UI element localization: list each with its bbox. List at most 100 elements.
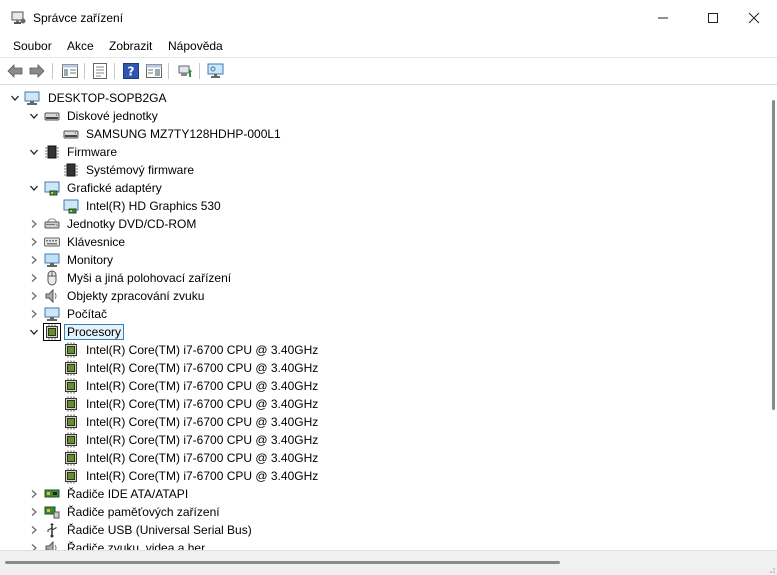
tree-device[interactable]: Intel(R) Core(TM) i7-6700 CPU @ 3.40GHz xyxy=(5,377,765,395)
chevron-right-icon[interactable] xyxy=(28,308,40,320)
tree-device[interactable]: Intel(R) Core(TM) i7-6700 CPU @ 3.40GHz xyxy=(5,467,765,485)
tree-item-label: Řadiče USB (Universal Serial Bus) xyxy=(67,523,252,537)
menu-bar: Soubor Akce Zobrazit Nápověda xyxy=(0,36,777,56)
tree-category[interactable]: Myši a jiná polohovací zařízení xyxy=(5,269,765,287)
tree-device[interactable]: SAMSUNG MZ7TY128HDHP-000L1 xyxy=(5,125,765,143)
chevron-right-icon[interactable] xyxy=(28,290,40,302)
chevron-right-icon[interactable] xyxy=(28,506,40,518)
tree-item-label: Firmware xyxy=(67,145,117,159)
forward-button[interactable] xyxy=(28,62,46,80)
horizontal-scrollbar[interactable] xyxy=(0,550,777,575)
tree-item-label: Grafické adaptéry xyxy=(67,181,162,195)
tree-category[interactable]: Řadiče USB (Universal Serial Bus) xyxy=(5,521,765,539)
help-button[interactable]: ? xyxy=(122,62,140,80)
device-tree[interactable]: DESKTOP-SOPB2GA Diskové jednotky SAMSUNG … xyxy=(5,88,768,550)
tree-item-label: Systémový firmware xyxy=(86,163,195,177)
tree-category[interactable]: Klávesnice xyxy=(5,233,765,251)
chevron-right-icon[interactable] xyxy=(28,236,40,248)
tree-device[interactable]: Intel(R) Core(TM) i7-6700 CPU @ 3.40GHz xyxy=(5,449,765,467)
tree-root-label: DESKTOP-SOPB2GA xyxy=(48,91,167,105)
menu-zobrazit[interactable]: Zobrazit xyxy=(109,39,152,53)
processor-icon xyxy=(65,342,77,358)
tree-device[interactable]: Intel(R) Core(TM) i7-6700 CPU @ 3.40GHz xyxy=(5,341,765,359)
update-driver-icon xyxy=(178,65,192,77)
processor-icon xyxy=(65,432,77,448)
properties-button[interactable] xyxy=(91,62,109,80)
tree-item-label: Řadiče IDE ATA/ATAPI xyxy=(67,487,189,501)
menu-soubor[interactable]: Soubor xyxy=(13,39,52,53)
monitor-icon xyxy=(44,253,60,267)
scan-hardware-changes-button[interactable] xyxy=(207,62,225,80)
horizontal-scrollbar-thumb[interactable] xyxy=(5,561,560,564)
action-pane-button[interactable] xyxy=(145,62,163,80)
tree-category[interactable]: Jednotky DVD/CD-ROM xyxy=(5,215,765,233)
chevron-right-icon[interactable] xyxy=(28,272,40,284)
show-hide-console-tree-button[interactable] xyxy=(61,62,79,80)
chevron-right-icon[interactable] xyxy=(28,254,40,266)
minimize-button[interactable] xyxy=(640,0,686,36)
disk-drive-icon xyxy=(44,112,60,121)
tree-item-label: Řadiče zvuku, videa a her xyxy=(67,541,206,550)
tree-device[interactable]: Intel(R) Core(TM) i7-6700 CPU @ 3.40GHz xyxy=(5,413,765,431)
tree-item-label: Objekty zpracování zvuku xyxy=(67,289,205,303)
tree-category[interactable]: Grafické adaptéry xyxy=(5,179,765,197)
close-button[interactable] xyxy=(731,0,777,36)
chevron-down-icon[interactable] xyxy=(28,146,40,158)
update-driver-button[interactable] xyxy=(176,62,194,80)
resize-grip-icon[interactable] xyxy=(767,565,775,573)
toolbar: ? xyxy=(0,57,777,85)
firmware-chip-icon xyxy=(45,145,59,159)
close-icon xyxy=(748,12,760,24)
tree-root[interactable]: DESKTOP-SOPB2GA xyxy=(5,89,765,107)
chevron-right-icon[interactable] xyxy=(28,524,40,536)
menu-napoveda[interactable]: Nápověda xyxy=(168,39,223,53)
title-bar: Správce zařízení xyxy=(0,0,777,36)
keyboard-icon xyxy=(44,237,60,247)
tree-category[interactable]: Objekty zpracování zvuku xyxy=(5,287,765,305)
toolbar-separator xyxy=(199,63,200,79)
tree-item-label: Intel(R) Core(TM) i7-6700 CPU @ 3.40GHz xyxy=(86,397,319,411)
tree-item-label: Počítač xyxy=(67,307,108,321)
back-button[interactable] xyxy=(6,62,24,80)
tree-device[interactable]: Intel(R) Core(TM) i7-6700 CPU @ 3.40GHz xyxy=(5,359,765,377)
tree-item-label: Diskové jednotky xyxy=(67,109,158,123)
properties-icon xyxy=(93,63,107,79)
chevron-down-icon[interactable] xyxy=(28,182,40,194)
tree-category[interactable]: Monitory xyxy=(5,251,765,269)
tree-category[interactable]: Řadiče zvuku, videa a her xyxy=(5,539,765,550)
tree-device[interactable]: Intel(R) Core(TM) i7-6700 CPU @ 3.40GHz xyxy=(5,431,765,449)
toolbar-separator xyxy=(84,63,85,79)
chevron-right-icon[interactable] xyxy=(28,488,40,500)
maximize-button[interactable] xyxy=(690,0,736,36)
tree-device[interactable]: Intel(R) HD Graphics 530 xyxy=(5,197,765,215)
chevron-down-icon[interactable] xyxy=(28,110,40,122)
tree-category[interactable]: Procesory xyxy=(5,323,765,341)
tree-device[interactable]: Systémový firmware xyxy=(5,161,765,179)
help-icon: ? xyxy=(123,63,139,79)
processor-icon xyxy=(65,378,77,394)
tree-category[interactable]: Firmware xyxy=(5,143,765,161)
tree-item-label: Procesory xyxy=(64,324,125,340)
svg-text:?: ? xyxy=(128,65,135,79)
speaker-icon xyxy=(45,288,57,304)
dvd-drive-icon xyxy=(44,218,60,229)
vertical-scrollbar[interactable] xyxy=(769,88,777,550)
chevron-down-icon[interactable] xyxy=(9,92,21,104)
tree-item-label: Řadiče paměťových zařízení xyxy=(67,505,220,519)
tree-device[interactable]: Intel(R) Core(TM) i7-6700 CPU @ 3.40GHz xyxy=(5,395,765,413)
chevron-right-icon[interactable] xyxy=(28,542,40,550)
computer-icon xyxy=(44,307,60,321)
tree-category[interactable]: Řadiče IDE ATA/ATAPI xyxy=(5,485,765,503)
scan-monitor-icon xyxy=(207,63,224,78)
firmware-chip-icon xyxy=(64,163,78,177)
tree-category[interactable]: Diskové jednotky xyxy=(5,107,765,125)
menu-akce[interactable]: Akce xyxy=(67,39,94,53)
tree-category[interactable]: Řadiče paměťových zařízení xyxy=(5,503,765,521)
tree-category[interactable]: Počítač xyxy=(5,305,765,323)
vertical-scrollbar-thumb[interactable] xyxy=(772,100,775,410)
console-tree-icon xyxy=(62,64,78,78)
chevron-right-icon[interactable] xyxy=(28,218,40,230)
chevron-down-icon[interactable] xyxy=(28,326,40,338)
maximize-icon xyxy=(708,13,718,23)
tree-item-label: Intel(R) Core(TM) i7-6700 CPU @ 3.40GHz xyxy=(86,415,319,429)
